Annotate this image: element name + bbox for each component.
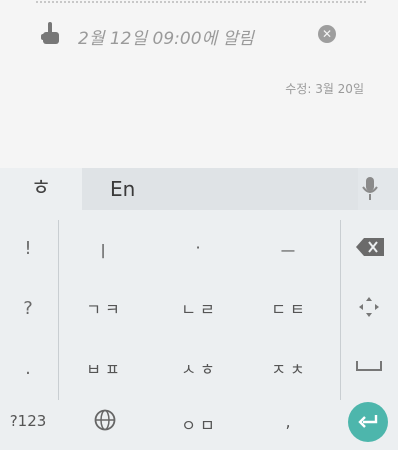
- keyboard-top-bar: ㅎ En: [0, 168, 398, 210]
- modified-date: 수정: 3월 20일: [285, 82, 364, 96]
- period-key[interactable]: .: [10, 358, 46, 379]
- microphone-icon[interactable]: [362, 177, 378, 201]
- cursor-move-icon[interactable]: [358, 296, 380, 318]
- question-key[interactable]: ?: [10, 298, 46, 319]
- hangul-switch-button[interactable]: ㅎ: [0, 168, 82, 210]
- keyboard: ㅎ En ! ? . ㅣ · ㅡ ㄱㅋ ㄴㄹ ㄷㅌ ㅂㅍ ㅅㅎ ㅈㅊ ?123 …: [0, 168, 398, 450]
- space-icon[interactable]: [356, 360, 382, 372]
- note-area: 2월 12일 09:00에 알림 ✕ 수정: 3월 20일: [0, 0, 398, 168]
- key-digeut[interactable]: ㄷㅌ: [255, 296, 325, 320]
- close-icon[interactable]: ✕: [318, 25, 336, 43]
- enter-icon: [358, 415, 378, 428]
- reminder-text: 2월 12일 09:00에 알림: [78, 29, 254, 49]
- language-label: En: [110, 177, 136, 201]
- key-vowel-dot[interactable]: ·: [165, 238, 235, 257]
- pointing-hand-icon: [41, 22, 59, 44]
- number-mode-key[interactable]: ?123: [4, 412, 52, 430]
- key-giyeok[interactable]: ㄱㅋ: [70, 296, 140, 320]
- globe-icon[interactable]: [94, 409, 116, 431]
- reminder-row[interactable]: 2월 12일 09:00에 알림 ✕: [40, 20, 370, 50]
- key-ieung[interactable]: ㅇㅁ: [165, 412, 235, 436]
- key-jieut[interactable]: ㅈㅊ: [255, 356, 325, 380]
- key-siot[interactable]: ㅅㅎ: [165, 356, 235, 380]
- key-bieup[interactable]: ㅂㅍ: [70, 356, 140, 380]
- left-separator: [58, 220, 59, 400]
- key-nieun[interactable]: ㄴㄹ: [165, 296, 235, 320]
- divider: [36, 1, 366, 3]
- enter-button[interactable]: [348, 402, 388, 442]
- right-separator: [340, 220, 341, 400]
- key-vowel-eu[interactable]: ㅡ: [255, 238, 325, 262]
- key-vowel-i[interactable]: ㅣ: [70, 238, 140, 262]
- exclamation-key[interactable]: !: [10, 238, 46, 259]
- backspace-icon[interactable]: [356, 238, 384, 256]
- comma-key[interactable]: ,: [255, 412, 325, 431]
